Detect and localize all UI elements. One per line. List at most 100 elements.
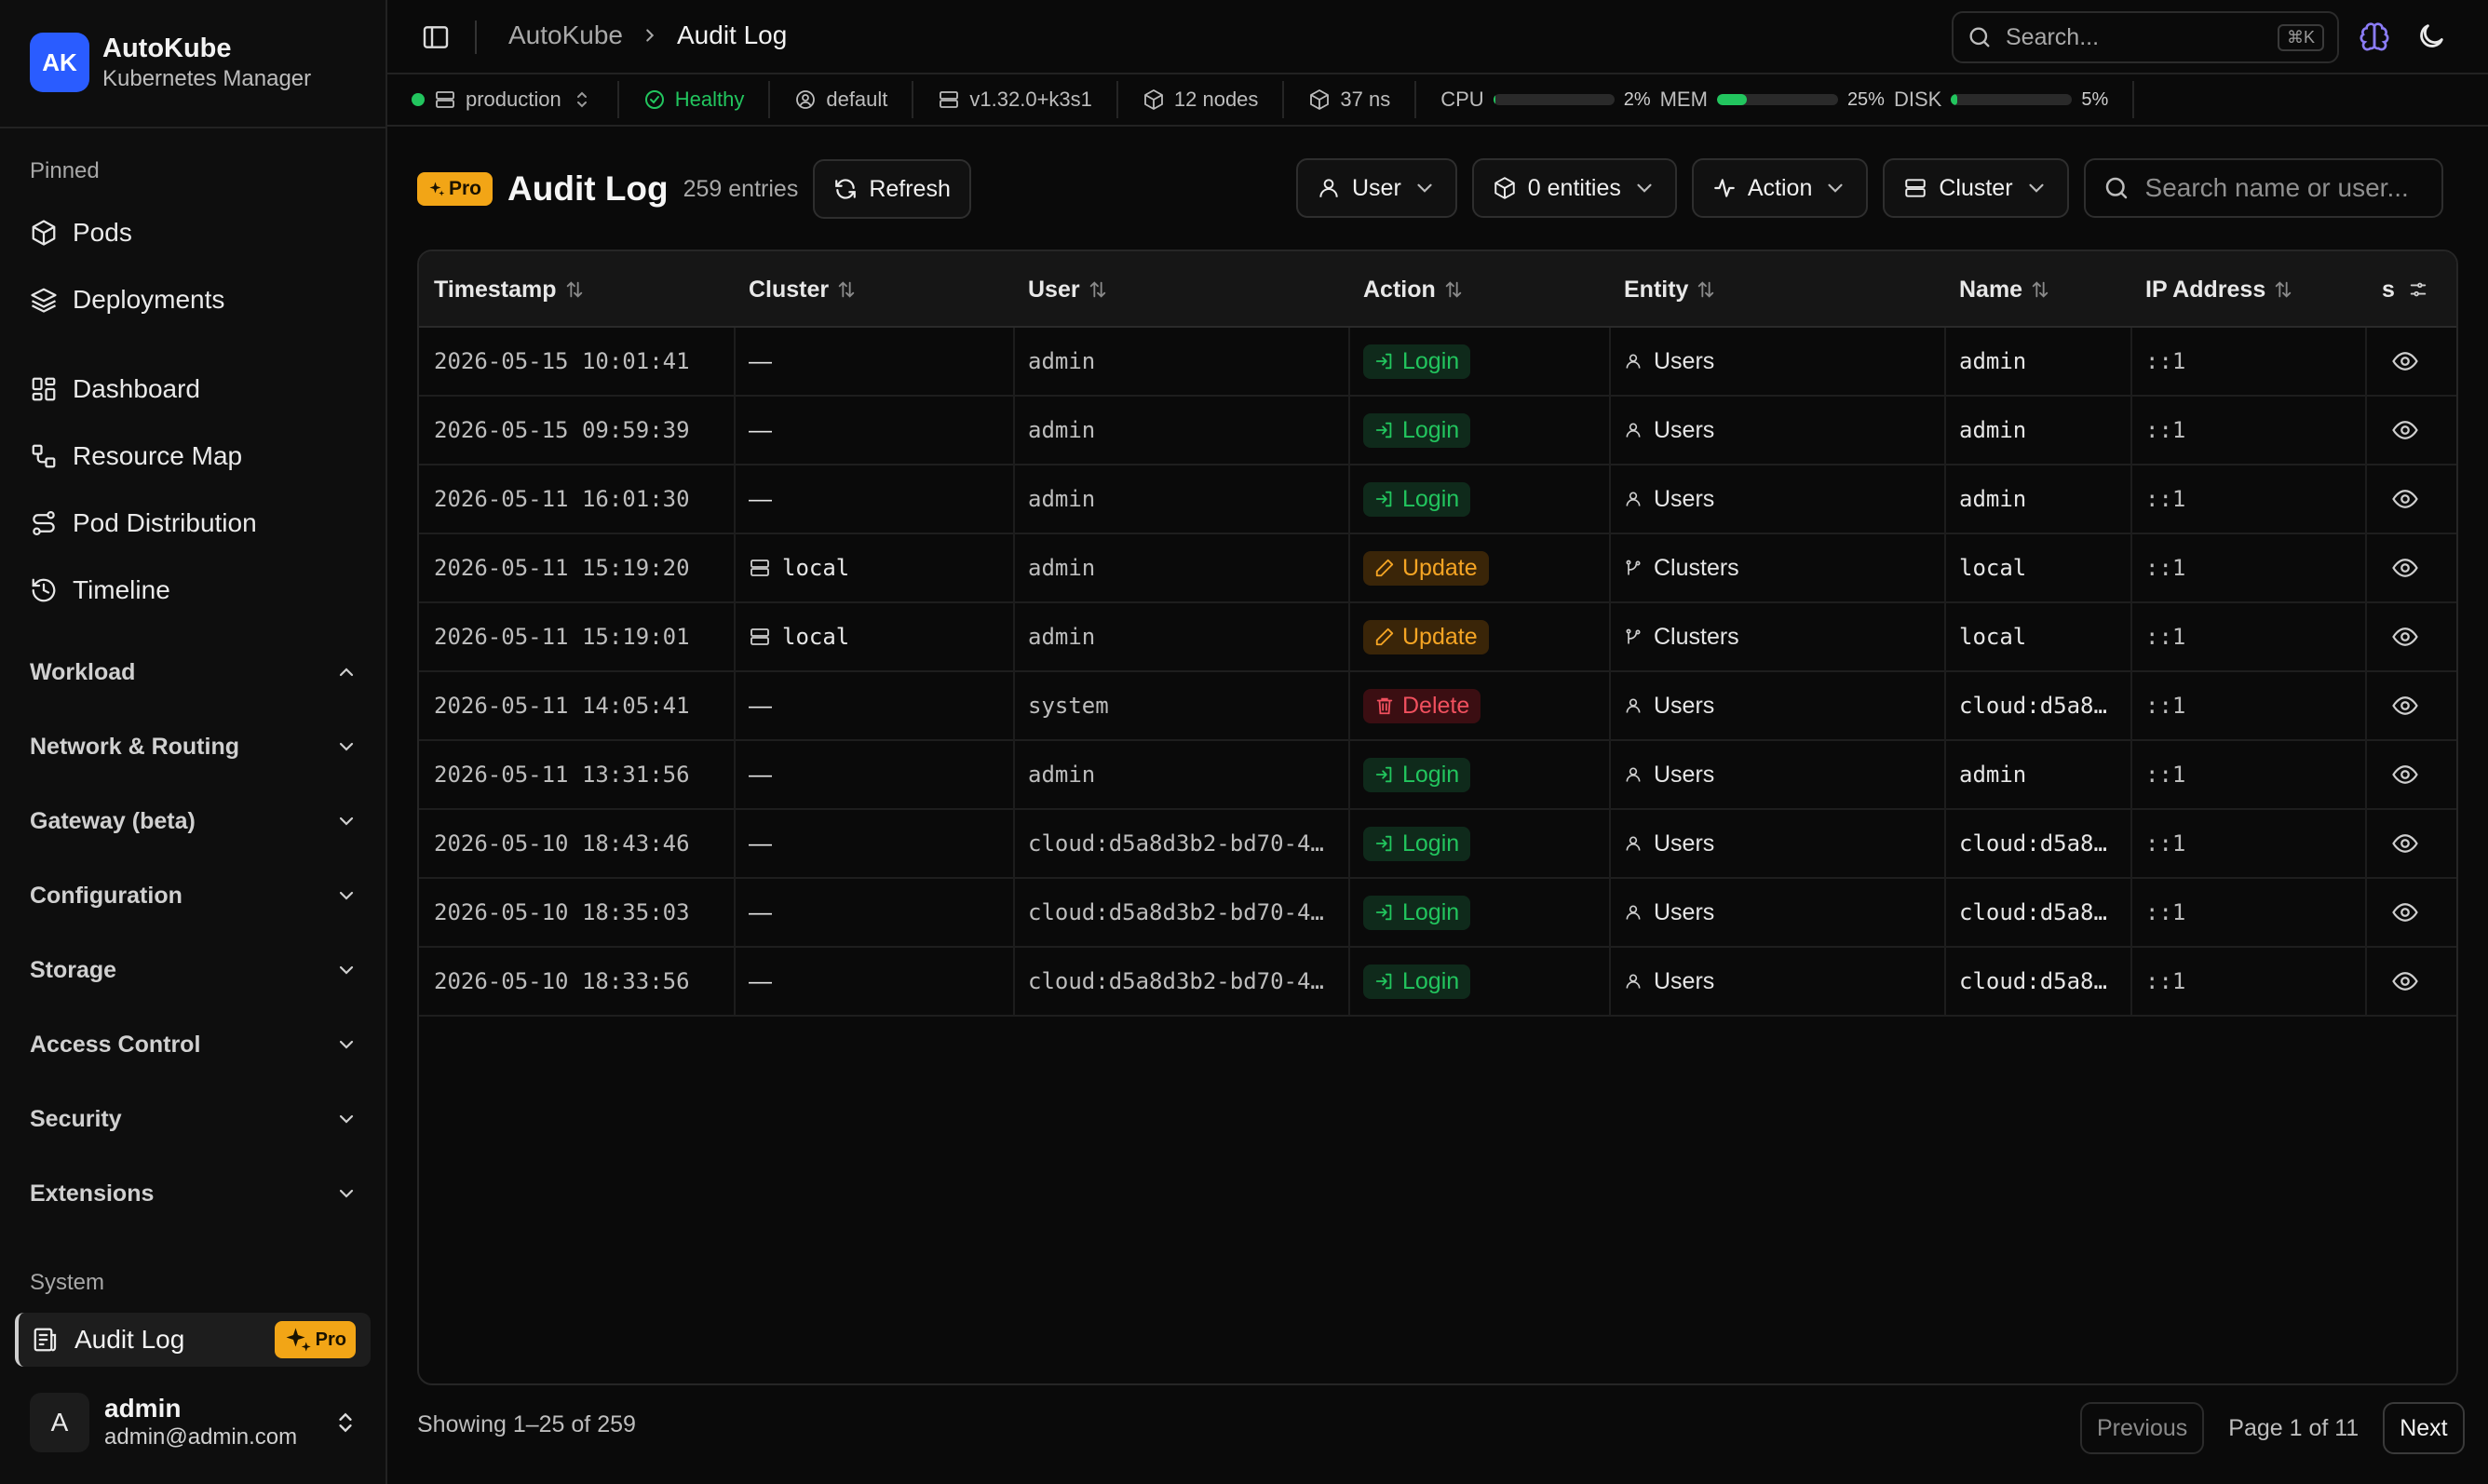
table-row[interactable]: 2026-05-10 18:33:56 — cloud:d5a8d3b2-bd70-… [419, 948, 2456, 1017]
column-divider [1609, 328, 1611, 1017]
sidebar-item-resource-map[interactable]: Resource Map [30, 432, 242, 480]
user-cell: admin [1028, 741, 1095, 808]
login-icon [1374, 902, 1395, 923]
view-details-cell[interactable] [2391, 741, 2419, 808]
cpu-percent: 2% [1623, 88, 1651, 110]
column-header-user[interactable]: User [1028, 251, 1108, 328]
timestamp-cell: 2026-05-10 18:35:03 [434, 879, 690, 946]
disk-label: DISK [1893, 88, 1942, 111]
user-filter[interactable]: User [1296, 158, 1457, 218]
column-header-ip-address[interactable]: IP Address [2145, 251, 2293, 328]
table-row[interactable]: 2026-05-11 15:19:01 local admin Update Clust… [419, 603, 2456, 672]
table-row[interactable]: 2026-05-10 18:43:46 — cloud:d5a8d3b2-bd70-… [419, 810, 2456, 879]
sidebar-group-access-control[interactable]: Access Control [30, 1020, 358, 1069]
entity-label: Users [1654, 830, 1715, 857]
sidebar-group-security[interactable]: Security [30, 1095, 358, 1143]
column-header-cluster[interactable]: Cluster [749, 251, 857, 328]
user-cell: cloud:d5a8d3b2-bd70-4… [1028, 879, 1324, 946]
entity-label: Users [1654, 485, 1715, 512]
cluster-name: — [749, 347, 772, 374]
server-icon [749, 557, 771, 579]
next-button[interactable]: Next [2383, 1402, 2465, 1454]
view-details-cell[interactable] [2391, 603, 2419, 670]
chevron-right-icon [640, 25, 660, 46]
view-details-cell[interactable] [2391, 948, 2419, 1015]
view-details-cell[interactable] [2391, 465, 2419, 533]
previous-button[interactable]: Previous [2080, 1402, 2205, 1454]
global-search[interactable]: Search... ⌘K [1952, 11, 2339, 63]
cluster-cell: — [749, 328, 772, 395]
table-row[interactable]: 2026-05-15 09:59:39 — admin Login Users admin… [419, 397, 2456, 465]
column-header-name[interactable]: Name [1959, 251, 2050, 328]
pro-badge-label: Pro [449, 178, 482, 199]
cluster-cell: — [749, 948, 772, 1015]
column-header-label: Timestamp [434, 276, 557, 303]
refresh-button[interactable]: Refresh [813, 159, 971, 219]
sidebar-group-storage[interactable]: Storage [30, 946, 358, 994]
column-header-timestamp[interactable]: Timestamp [434, 251, 585, 328]
sidebar-group-workload[interactable]: Workload [30, 648, 358, 696]
table-row[interactable]: 2026-05-11 13:31:56 — admin Login Users admin… [419, 741, 2456, 810]
login-icon [1374, 764, 1395, 785]
eye-icon [2391, 485, 2419, 513]
namespace-selector[interactable]: default [770, 81, 914, 118]
sidebar-item-pods[interactable]: Pods [30, 209, 132, 257]
view-details-cell[interactable] [2391, 810, 2419, 877]
ip-address: ::1 [2145, 555, 2186, 581]
sidebar-item-pod-distribution[interactable]: Pod Distribution [30, 499, 257, 547]
sidebar-toggle-icon[interactable] [421, 22, 451, 52]
table-row[interactable]: 2026-05-15 10:01:41 — admin Login Users admin… [419, 328, 2456, 397]
theme-toggle-moon-icon[interactable] [2415, 20, 2447, 52]
sparkles-icon [284, 1326, 312, 1354]
cluster-filter[interactable]: Cluster [1883, 158, 2069, 218]
view-details-cell[interactable] [2391, 328, 2419, 395]
mem-label: MEM [1659, 88, 1708, 111]
audit-search-input[interactable]: Search name or user... [2083, 158, 2443, 218]
brand[interactable]: AK AutoKube Kubernetes Manager [30, 32, 311, 93]
column-divider [1348, 328, 1350, 1017]
entity-filter-label: 0 entities [1527, 174, 1621, 201]
ip-cell: ::1 [2145, 465, 2185, 533]
entity-filter[interactable]: 0 entities [1471, 158, 1677, 218]
sidebar-item-audit-log[interactable]: Audit Log Pro [15, 1313, 371, 1367]
column-header-s[interactable]: s [2382, 251, 2395, 328]
sidebar-group-configuration[interactable]: Configuration [30, 871, 358, 920]
table-row[interactable]: 2026-05-10 18:35:03 — cloud:d5a8d3b2-bd70-… [419, 879, 2456, 948]
table-row[interactable]: 2026-05-11 14:05:41 — system Delete Users clo… [419, 672, 2456, 741]
eye-icon [2391, 898, 2419, 926]
column-header-entity[interactable]: Entity [1624, 251, 1716, 328]
global-search-placeholder: Search... [2006, 23, 2100, 50]
ai-assistant-icon[interactable] [2358, 20, 2391, 54]
table-row[interactable]: 2026-05-11 15:19:20 local admin Update Clust… [419, 534, 2456, 603]
column-settings-icon[interactable] [2408, 251, 2428, 328]
chevrons-up-down-icon [333, 1410, 358, 1435]
sidebar-item-dashboard[interactable]: Dashboard [30, 365, 200, 413]
entity-cell: Users [1624, 810, 1714, 877]
column-header-action[interactable]: Action [1363, 251, 1464, 328]
sidebar-group-extensions[interactable]: Extensions [30, 1169, 358, 1218]
sidebar-group-network-routing[interactable]: Network & Routing [30, 722, 358, 771]
sidebar-item-timeline[interactable]: Timeline [30, 566, 170, 614]
timestamp-cell: 2026-05-15 10:01:41 [434, 328, 690, 395]
action-filter[interactable]: Action [1691, 158, 1869, 218]
cluster-name: — [749, 761, 772, 788]
view-details-cell[interactable] [2391, 397, 2419, 464]
table-row[interactable]: 2026-05-11 16:01:30 — admin Login Users admin… [419, 465, 2456, 534]
sidebar-group-gateway[interactable]: Gateway (beta) [30, 797, 358, 845]
column-header-label: Entity [1624, 276, 1689, 303]
mem-bar [1716, 94, 1838, 105]
entity-cell: Users [1624, 741, 1714, 808]
view-details-cell[interactable] [2391, 534, 2419, 601]
section-label-pinned: Pinned [30, 158, 100, 183]
view-details-cell[interactable] [2391, 672, 2419, 739]
avatar: A [30, 1393, 89, 1452]
user-menu[interactable]: A admin admin@admin.com [30, 1393, 358, 1452]
view-details-cell[interactable] [2391, 879, 2419, 946]
breadcrumb-root[interactable]: AutoKube [508, 20, 623, 50]
timestamp: 2026-05-11 15:19:01 [434, 624, 690, 650]
cluster-selector[interactable]: production [387, 81, 619, 118]
chevron-down-icon [1632, 176, 1656, 200]
ip-address: ::1 [2145, 830, 2186, 857]
chevron-down-icon [335, 959, 358, 981]
sidebar-item-deployments[interactable]: Deployments [30, 276, 224, 324]
